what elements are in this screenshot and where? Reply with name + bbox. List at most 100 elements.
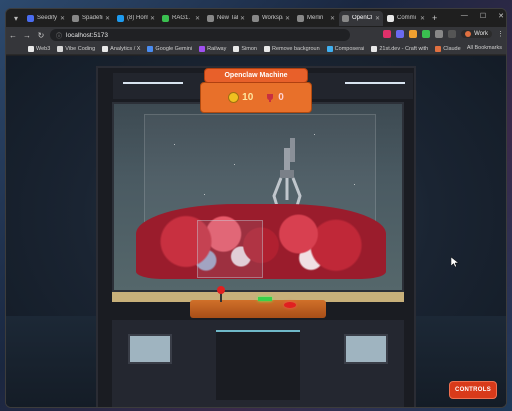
score-box: 10 0 <box>200 82 312 113</box>
browser-tab[interactable]: Commi ✕ <box>384 11 428 26</box>
bookmark-favicon-icon <box>102 45 109 52</box>
tab-label: Merlin <box>307 15 324 21</box>
tab-label: Seedify <box>37 15 58 21</box>
browser-toolbar: ← → ↻ ⓘ localhost:5173 Work ⋮ <box>6 27 506 43</box>
close-window-icon[interactable]: ✕ <box>498 12 504 20</box>
extension-icon[interactable] <box>409 30 418 38</box>
bookmark-item[interactable]: 21st.dev - Craft with <box>371 45 429 52</box>
bookmark-label: 21st.dev - Craft with <box>379 45 429 52</box>
site-info-icon[interactable]: ⓘ <box>56 31 62 40</box>
bookmark-favicon-icon <box>435 45 442 52</box>
browser-tab[interactable]: OpenCl ✕ <box>339 10 383 26</box>
tab-strip: ▾ Seedify✕Spadefire✕(8) Hom✕RAG1.✕New Ta… <box>6 9 506 27</box>
bookmark-label: Analytics / X <box>110 45 141 52</box>
game-title: Openclaw Machine <box>204 68 308 83</box>
bookmark-item[interactable]: Vibe Coding <box>57 45 96 52</box>
close-tab-icon[interactable]: ✕ <box>375 15 380 22</box>
indicator-light <box>258 297 272 301</box>
profile-label: Work <box>474 31 488 37</box>
menu-kebab-icon[interactable]: ⋮ <box>497 30 504 38</box>
browser-tab[interactable]: Spadefire✕ <box>69 11 113 26</box>
bookmark-item[interactable]: Railway <box>199 45 226 52</box>
address-text: localhost:5173 <box>66 31 108 39</box>
tab-label: (8) Hom <box>127 15 148 21</box>
sidebar-icon[interactable] <box>448 30 457 38</box>
browser-tab[interactable]: Workspa✕ <box>249 11 293 26</box>
browser-tab[interactable]: Merlin ✕ <box>294 11 338 26</box>
tab-favicon-icon <box>162 14 169 22</box>
extension-icon[interactable] <box>383 30 392 38</box>
extensions-puzzle-icon[interactable] <box>435 30 444 38</box>
bookmark-favicon-icon <box>147 45 154 52</box>
close-tab-icon[interactable]: ✕ <box>420 15 425 22</box>
tab-favicon-icon <box>207 14 214 22</box>
close-tab-icon[interactable]: ✕ <box>285 15 290 22</box>
close-tab-icon[interactable]: ✕ <box>330 15 335 22</box>
bookmark-label: Composerai <box>334 45 365 52</box>
bookmark-favicon-icon <box>57 45 64 52</box>
bookmark-favicon-icon <box>28 45 34 52</box>
tab-search-icon[interactable]: ▾ <box>9 11 23 25</box>
score-plate: 10 0 Openclaw Machine <box>200 68 312 113</box>
all-bookmarks-button[interactable]: All Bookmarks <box>467 45 502 51</box>
prize-door <box>216 330 300 400</box>
bookmark-item[interactable]: Composerai <box>326 45 365 52</box>
tab-favicon-icon <box>297 14 304 22</box>
reload-icon[interactable]: ↻ <box>34 31 48 40</box>
tab-favicon-icon <box>27 14 34 22</box>
browser-tab[interactable]: Seedify ✕ <box>24 11 68 26</box>
tab-label: New Tab <box>217 15 238 21</box>
maximize-icon[interactable]: ☐ <box>480 12 486 20</box>
close-tab-icon[interactable]: ✕ <box>240 15 245 22</box>
controls-button[interactable]: CONTROLS <box>449 381 497 399</box>
prize-chute <box>197 220 263 278</box>
browser-tab[interactable]: New Tab ✕ <box>204 11 248 26</box>
tab-favicon-icon <box>72 14 79 22</box>
bookmark-item[interactable]: Claude <box>435 45 461 52</box>
coin-count: 10 <box>242 92 254 103</box>
bookmark-favicon-icon <box>326 45 333 52</box>
joystick-icon[interactable] <box>215 286 227 304</box>
close-tab-icon[interactable]: ✕ <box>195 15 200 22</box>
bookmark-item[interactable]: Remove backgroun <box>263 45 320 52</box>
extension-icon[interactable] <box>422 30 431 38</box>
tab-favicon-icon <box>342 14 349 22</box>
forward-icon[interactable]: → <box>20 31 34 40</box>
trophy-icon <box>267 93 274 102</box>
close-tab-icon[interactable]: ✕ <box>60 15 65 22</box>
tab-label: Spadefire <box>82 15 103 21</box>
bookmark-item[interactable]: Web3 <box>28 45 50 52</box>
control-panel <box>190 300 326 318</box>
side-panel-left <box>128 334 172 364</box>
coin-icon <box>228 92 240 103</box>
window-controls: — ☐ ✕ <box>461 12 504 20</box>
toolbar-extensions: Work ⋮ <box>383 30 504 38</box>
cabinet-lower <box>112 320 404 407</box>
bookmark-favicon-icon <box>233 45 240 52</box>
game-canvas[interactable]: 10 0 Openclaw Machine CONTROLS <box>6 56 506 407</box>
bookmark-item[interactable]: Simon <box>233 45 257 52</box>
drop-button[interactable] <box>284 302 296 308</box>
bookmark-label: Claude <box>443 45 461 52</box>
bookmark-item[interactable]: Google Gemini <box>147 45 193 52</box>
close-tab-icon[interactable]: ✕ <box>150 15 155 22</box>
address-bar[interactable]: ⓘ localhost:5173 <box>50 29 350 41</box>
profile-button[interactable]: Work <box>461 30 492 38</box>
browser-tab[interactable]: (8) Hom ✕ <box>114 11 158 26</box>
avatar <box>465 31 472 37</box>
minimize-icon[interactable]: — <box>461 12 468 20</box>
close-tab-icon[interactable]: ✕ <box>105 15 110 22</box>
new-tab-button[interactable]: + <box>432 13 437 23</box>
bookmark-label: Vibe Coding <box>65 45 96 52</box>
bookmark-label: Remove backgroun <box>271 45 320 52</box>
claw-icon <box>272 148 302 207</box>
bookmark-item[interactable]: Analytics / X <box>102 45 141 52</box>
extension-icon[interactable] <box>396 30 405 38</box>
browser-tab[interactable]: RAG1. ✕ <box>159 11 203 26</box>
bookmark-label: Google Gemini <box>155 45 193 52</box>
tab-label: Workspa <box>262 15 283 21</box>
bookmark-favicon-icon <box>371 45 378 52</box>
tab-label: OpenCl <box>352 15 373 21</box>
back-icon[interactable]: ← <box>6 31 20 40</box>
prize-count: 0 <box>278 92 284 103</box>
